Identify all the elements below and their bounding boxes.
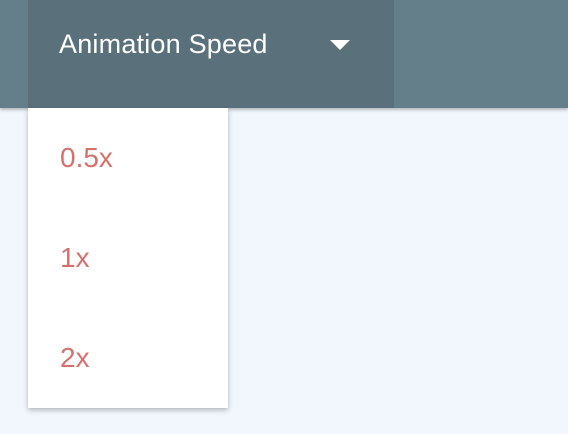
speed-menu: 0.5x 1x 2x <box>28 108 228 408</box>
menu-item-2x[interactable]: 2x <box>28 308 228 408</box>
animation-speed-dropdown[interactable]: Animation Speed <box>28 0 394 108</box>
menu-item-1x[interactable]: 1x <box>28 208 228 308</box>
toolbar: Animation Speed <box>0 0 568 108</box>
caret-down-icon <box>330 40 350 50</box>
dropdown-label: Animation Speed <box>59 29 268 59</box>
menu-item-0-5x[interactable]: 0.5x <box>28 108 228 208</box>
